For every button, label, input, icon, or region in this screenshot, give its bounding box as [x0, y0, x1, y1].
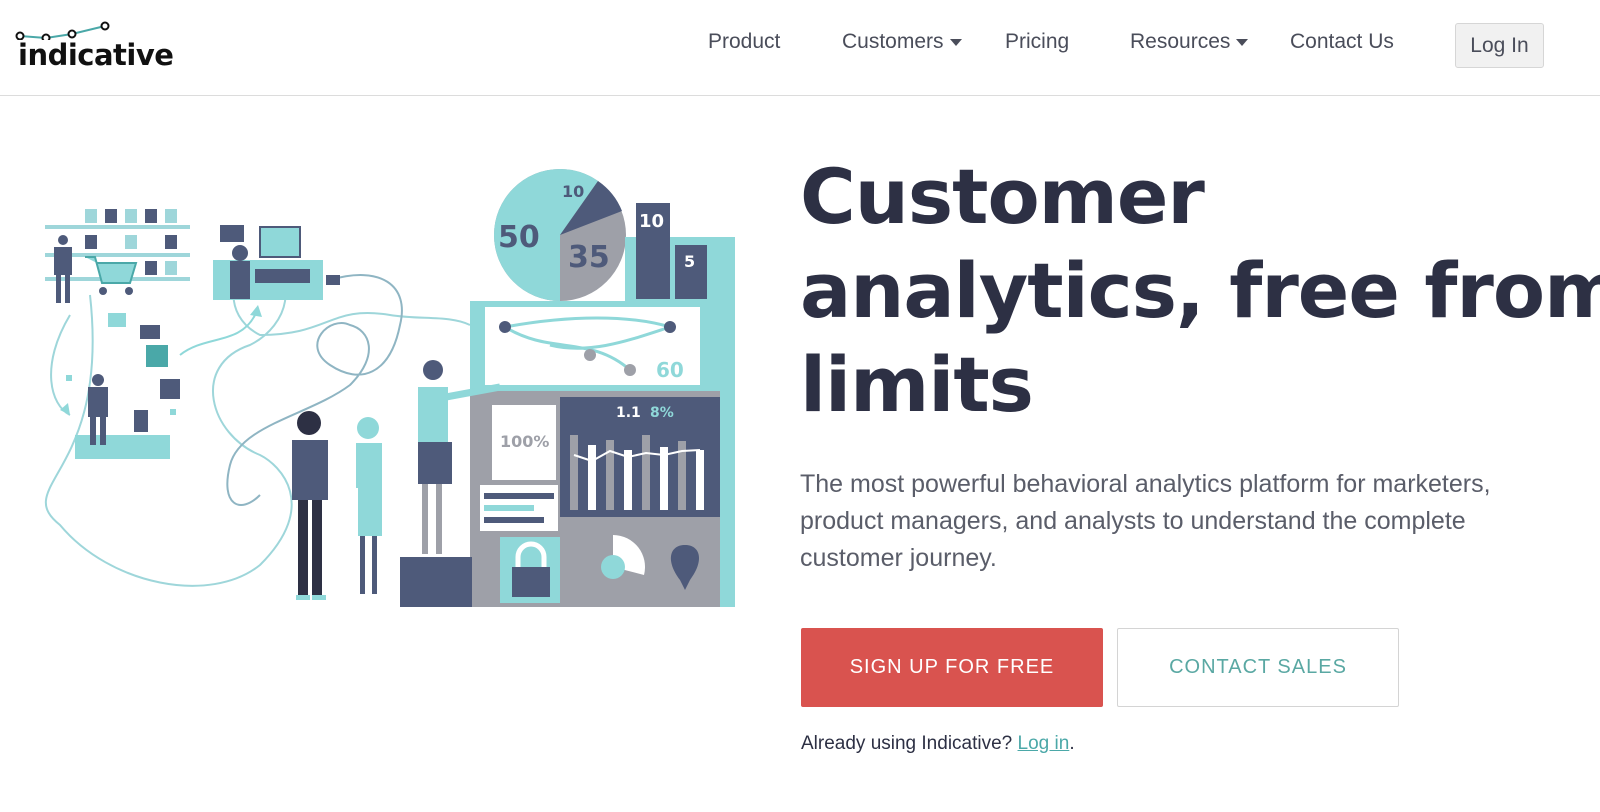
card-value-1-1: 1.1 — [616, 405, 641, 421]
nav-customers-label: Customers — [842, 30, 944, 53]
card-value-60: 60 — [656, 358, 684, 382]
bar-label-5: 5 — [684, 252, 695, 271]
nav-pricing[interactable]: Pricing — [1005, 30, 1069, 54]
indicative-logo[interactable]: indicative — [14, 18, 174, 74]
sign-up-button[interactable]: SIGN UP FOR FREE — [801, 628, 1103, 707]
nav-resources[interactable]: Resources — [1130, 29, 1249, 54]
nav-customers[interactable]: Customers — [842, 30, 962, 54]
chevron-down-icon — [1236, 29, 1249, 53]
headline-line-2: analytics, free from — [800, 246, 1600, 335]
headline-line-1: Customer — [800, 152, 1205, 241]
nav-resources-label: Resources — [1130, 30, 1231, 53]
hero-subtext: The most powerful behavioral analytics p… — [800, 470, 1491, 572]
login-button[interactable]: Log In — [1455, 23, 1544, 68]
already-using-label: Already using Indicative? — [801, 733, 1013, 754]
analytics-people-illustration: 50 10 35 10 5 60 1.1 8% 100% — [44, 168, 735, 607]
login-link[interactable]: Log in — [1018, 733, 1070, 754]
nav-product[interactable]: Product — [708, 30, 780, 54]
chevron-down-icon — [949, 29, 962, 53]
hero-headline: Customer analytics, free from limits — [800, 150, 1600, 432]
card-value-100pct: 100% — [500, 432, 549, 451]
bar-label-10: 10 — [639, 211, 664, 232]
card-value-8pct: 8% — [650, 405, 674, 421]
pie-label-50: 50 — [498, 220, 540, 255]
pie-label-10: 10 — [562, 182, 584, 201]
pie-label-35: 35 — [568, 240, 610, 275]
logo-text: indicative — [18, 38, 174, 72]
logo-dots-graph-icon — [15, 21, 110, 40]
contact-sales-button[interactable]: CONTACT SALES — [1117, 628, 1399, 707]
hero-illustration: 50 10 35 10 5 60 1.1 8% 100% — [30, 165, 745, 625]
nav-contact-us[interactable]: Contact Us — [1290, 30, 1394, 54]
site-header: indicative Product Customers Pricing Res… — [0, 0, 1600, 96]
already-using-text: Already using Indicative? Log in. — [801, 733, 1075, 755]
headline-line-3: limits — [800, 340, 1034, 429]
period: . — [1069, 733, 1075, 754]
